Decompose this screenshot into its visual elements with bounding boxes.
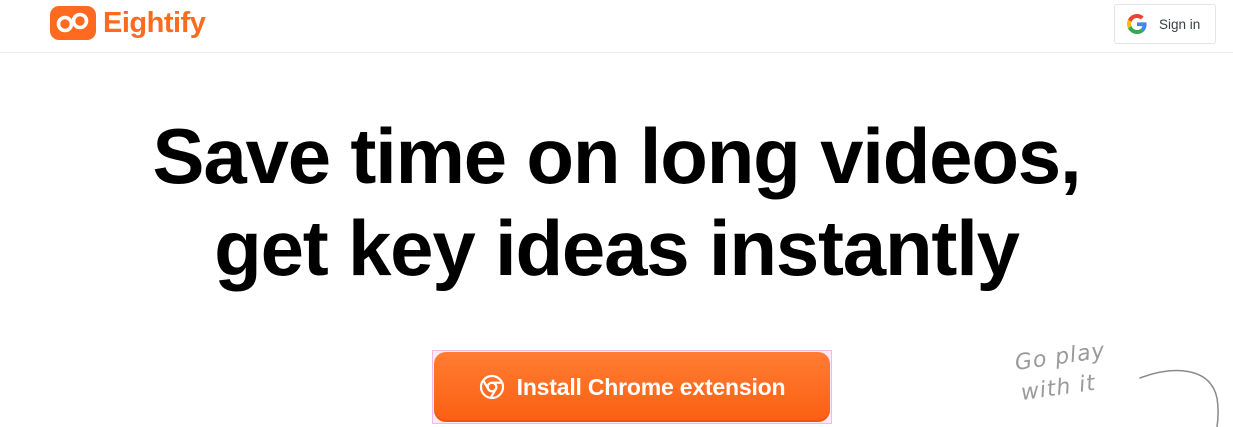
install-chrome-extension-button-wrapper: Install Chrome extension [432, 350, 832, 424]
note-arrow [1139, 369, 1219, 427]
site-header: Eightify Sign in [0, 0, 1233, 53]
sign-in-label: Sign in [1159, 16, 1201, 32]
headline-line-2: get key ideas instantly [214, 204, 1020, 292]
eightify-logo-icon [50, 6, 96, 40]
install-chrome-extension-button[interactable]: Install Chrome extension [434, 352, 830, 422]
brand-logo[interactable]: Eightify [50, 5, 206, 41]
note-line-2: with it [1019, 371, 1098, 406]
chrome-icon [479, 374, 504, 400]
headline-line-1: Save time on long videos, [152, 112, 1082, 200]
go-play-note: Go play with it [1012, 338, 1227, 427]
go-play-annotation: Go play with it [1013, 339, 1219, 427]
sign-in-button[interactable]: Sign in [1114, 4, 1216, 44]
brand-name: Eightify [103, 6, 206, 39]
install-chrome-extension-label: Install Chrome extension [516, 373, 786, 400]
google-g-icon [1127, 14, 1147, 34]
hero-headline: Save time on long videos, get key ideas … [0, 110, 1233, 294]
